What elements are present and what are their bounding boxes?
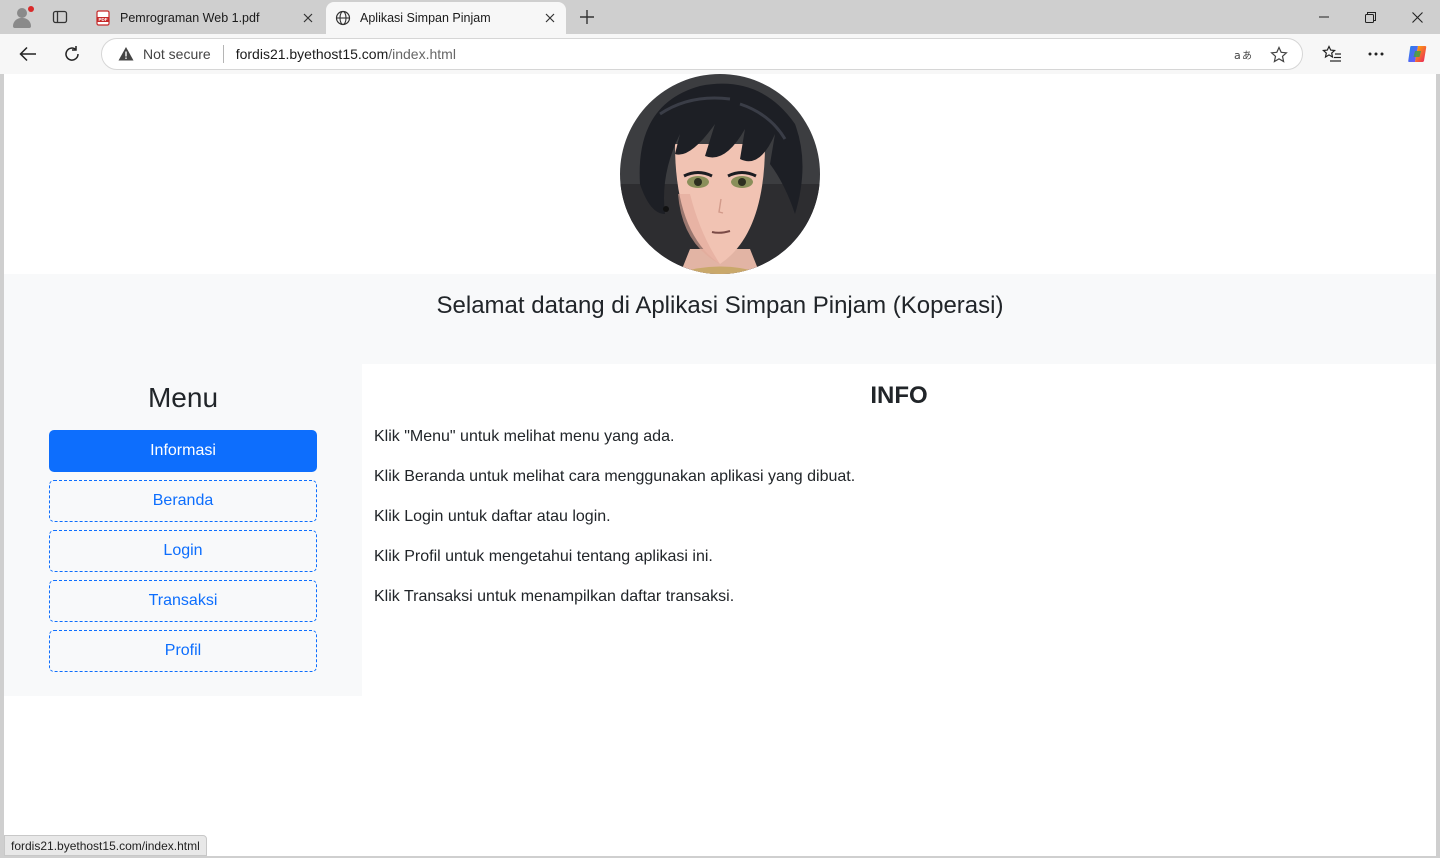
- transaksi-button[interactable]: Transaksi: [49, 580, 317, 622]
- close-window-icon[interactable]: [1394, 0, 1440, 34]
- svg-text:a: a: [1234, 49, 1241, 62]
- back-arrow-icon[interactable]: [14, 40, 42, 68]
- divider: [222, 45, 224, 63]
- profile-icon[interactable]: [10, 5, 34, 29]
- tab-bar: PDF Pemrograman Web 1.pdf Aplikasi Simpa…: [0, 0, 1440, 34]
- new-tab-icon[interactable]: [574, 5, 600, 29]
- info-line: Klik "Menu" untuk melihat menu yang ada.: [374, 428, 675, 445]
- tab-actions-icon[interactable]: [48, 6, 72, 28]
- warning-icon[interactable]: [118, 46, 134, 62]
- url-path[interactable]: /index.html: [388, 46, 456, 62]
- favorites-list-icon[interactable]: [1318, 40, 1346, 68]
- info-line: Klik Login untuk daftar atau login.: [374, 508, 611, 525]
- close-icon[interactable]: [296, 6, 320, 30]
- url-host[interactable]: fordis21.byethost15.com: [236, 46, 389, 62]
- tab-label: Aplikasi Simpan Pinjam: [360, 11, 491, 25]
- page-viewport: Selamat datang di Aplikasi Simpan Pinjam…: [4, 74, 1436, 856]
- info-line: Klik Profil untuk mengetahui tentang apl…: [374, 548, 713, 565]
- anime-boy-avatar: [620, 74, 820, 274]
- sidebar-menu: Menu Informasi Beranda Login Transaksi P…: [4, 364, 362, 696]
- favorite-star-icon[interactable]: [1268, 44, 1290, 66]
- status-bar-url: fordis21.byethost15.com/index.html: [4, 835, 207, 856]
- reload-icon[interactable]: [58, 40, 86, 68]
- info-panel: INFO Klik "Menu" untuk melihat menu yang…: [362, 364, 1436, 696]
- profil-button[interactable]: Profil: [49, 630, 317, 672]
- restore-icon[interactable]: [1347, 0, 1393, 34]
- more-options-icon[interactable]: [1362, 40, 1390, 68]
- login-button[interactable]: Login: [49, 530, 317, 572]
- minimize-icon[interactable]: [1301, 0, 1347, 34]
- tab-pdf[interactable]: PDF Pemrograman Web 1.pdf: [86, 2, 324, 34]
- info-heading: INFO: [870, 382, 928, 409]
- browser-toolbar: Not secure fordis21.byethost15.com/index…: [0, 34, 1440, 74]
- menu-heading: Menu: [147, 382, 219, 413]
- tab-aplikasi[interactable]: Aplikasi Simpan Pinjam: [326, 2, 566, 34]
- security-label[interactable]: Not secure: [143, 46, 211, 62]
- beranda-button[interactable]: Beranda: [49, 480, 317, 522]
- avatar: [620, 74, 820, 274]
- tab-label: Pemrograman Web 1.pdf: [120, 11, 260, 25]
- welcome-banner: Selamat datang di Aplikasi Simpan Pinjam…: [4, 274, 1436, 364]
- page-title: Selamat datang di Aplikasi Simpan Pinjam…: [436, 292, 1004, 319]
- pdf-icon: PDF: [96, 10, 110, 26]
- address-bar[interactable]: Not secure fordis21.byethost15.com/index…: [101, 38, 1303, 70]
- close-icon[interactable]: [538, 6, 562, 30]
- copilot-icon[interactable]: [1404, 40, 1432, 68]
- read-aloud-icon[interactable]: aあ: [1232, 44, 1254, 66]
- svg-text:PDF: PDF: [99, 17, 108, 22]
- info-line: Klik Transaksi untuk menampilkan daftar …: [374, 588, 735, 605]
- svg-text:あ: あ: [1242, 50, 1252, 62]
- globe-icon: [335, 10, 351, 26]
- informasi-button[interactable]: Informasi: [49, 430, 317, 472]
- info-line: Klik Beranda untuk melihat cara mengguna…: [374, 468, 856, 485]
